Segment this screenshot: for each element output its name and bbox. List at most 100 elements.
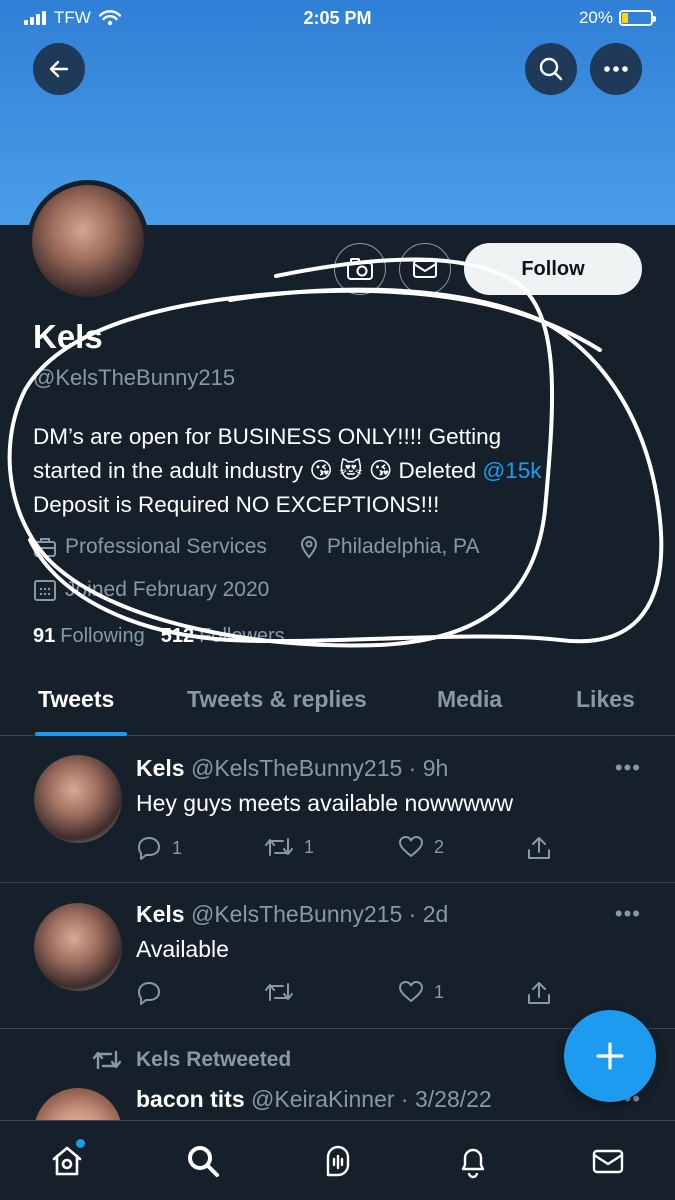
reply-icon [138, 982, 160, 1005]
profile-location: Philadelphia, PA [326, 535, 480, 558]
profile-meta-row: Professional Services Philadelphia, PA [33, 535, 479, 559]
following-link[interactable]: 91 Following [33, 625, 145, 648]
bio-line-2: started in the adult industry 😘 😻 😘 Dele… [33, 454, 653, 488]
subscribe-button[interactable] [334, 243, 386, 295]
tweet-meta: @KelsTheBunny215 · 2d [190, 901, 449, 927]
nav-search[interactable] [183, 1141, 223, 1181]
retweet-button[interactable]: 1 [264, 835, 314, 859]
battery-level [622, 13, 628, 23]
follow-counts: 91 Following 512 Followers [33, 625, 285, 648]
signal-icon [24, 11, 46, 25]
heart-icon [399, 981, 423, 1002]
nav-home[interactable] [47, 1139, 87, 1181]
retweet-avatar[interactable] [34, 1088, 122, 1120]
profile-joined: Joined February 2020 [65, 578, 270, 601]
envelope-icon [592, 1149, 624, 1174]
following-count: 91 [33, 625, 56, 647]
tweet-more-button[interactable]: ••• [615, 901, 641, 927]
retweeted-by-text: Kels Retweeted [136, 1048, 292, 1071]
bottom-nav [0, 1120, 675, 1200]
carrier-label: TFW [54, 8, 91, 27]
envelope-icon [413, 260, 437, 278]
bio-line-1: DM’s are open for BUSINESS ONLY!!!! Gett… [33, 424, 502, 449]
back-button[interactable] [33, 43, 85, 95]
bell-icon [461, 1148, 485, 1179]
bio-mention-link[interactable]: @15k [482, 458, 541, 483]
like-button[interactable]: 1 [398, 980, 444, 1004]
share-button[interactable] [526, 835, 552, 861]
plus-icon [596, 1042, 624, 1070]
tab-likes[interactable]: Likes [576, 686, 635, 713]
briefcase-icon [34, 538, 56, 557]
home-icon [52, 1146, 82, 1176]
tweet-more-button[interactable]: ••• [615, 755, 641, 781]
like-count: 2 [434, 836, 445, 857]
profile-name: Kels [33, 318, 103, 355]
followers-count: 512 [160, 625, 195, 647]
follow-button[interactable]: Follow [464, 243, 642, 295]
retweet-icon [265, 983, 293, 1001]
reply-button[interactable] [136, 980, 172, 1006]
reply-icon [138, 837, 160, 860]
status-bar: TFW 2:05 PM 20% [0, 0, 675, 36]
tab-tweets-replies[interactable]: Tweets & replies [187, 686, 367, 713]
active-tab-indicator [35, 732, 127, 736]
like-count: 1 [434, 981, 445, 1002]
notification-dot [76, 1139, 85, 1148]
retweet-header: bacon tits @KeiraKinner · 3/28/22 [136, 1086, 492, 1113]
retweet-count: 1 [304, 836, 315, 857]
nav-spaces[interactable] [318, 1141, 358, 1181]
search-icon [188, 1146, 219, 1177]
calendar-icon [34, 580, 56, 601]
camera-icon [347, 258, 373, 280]
battery-percent: 20% [578, 8, 613, 27]
nav-notifications[interactable] [453, 1141, 493, 1181]
share-button[interactable] [526, 980, 552, 1006]
status-right: 20% [578, 8, 656, 28]
nav-messages[interactable] [588, 1141, 628, 1181]
retweet-author-name: bacon tits [136, 1086, 245, 1112]
reply-button[interactable]: 1 [136, 835, 182, 861]
more-options-button[interactable] [590, 43, 642, 95]
share-icon [528, 982, 550, 1004]
arrow-left-icon [49, 60, 69, 78]
wifi-icon [98, 10, 121, 26]
retweeted-label: Kels Retweeted [92, 1048, 291, 1072]
share-icon [528, 837, 550, 859]
tweet-avatar[interactable] [34, 903, 122, 991]
battery-icon [619, 10, 656, 26]
search-button[interactable] [525, 43, 577, 95]
followers-link[interactable]: 512 Followers [161, 625, 285, 648]
profile-joined-row: Joined February 2020 [33, 578, 269, 602]
tweet-text: Hey guys meets available nowwwww [136, 790, 514, 816]
retweet-icon [265, 838, 293, 856]
following-label: Following [60, 625, 145, 647]
tweet-author-name: Kels [136, 755, 185, 781]
retweet-icon [92, 1050, 122, 1070]
profile-bio: DM’s are open for BUSINESS ONLY!!!! Gett… [33, 420, 653, 522]
compose-tweet-button[interactable] [564, 1010, 656, 1102]
tweet-avatar[interactable] [34, 755, 122, 843]
tweet-item[interactable]: Kels @KelsTheBunny215 · 2d ••• Available… [0, 883, 675, 1029]
retweet-meta: @KeiraKinner · 3/28/22 [251, 1086, 492, 1112]
tab-tweets[interactable]: Tweets [38, 686, 114, 713]
tweet-author-name: Kels [136, 901, 185, 927]
retweet-button[interactable] [264, 980, 304, 1004]
message-button[interactable] [399, 243, 451, 295]
location-icon [300, 536, 317, 559]
heart-icon [399, 836, 423, 857]
like-button[interactable]: 2 [398, 835, 444, 859]
avatar-image [32, 185, 144, 297]
retweet-avatar-clip [34, 1088, 122, 1120]
profile-avatar[interactable] [27, 180, 149, 302]
search-icon [539, 57, 563, 81]
spaces-icon [326, 1145, 350, 1177]
tweet-header: Kels @KelsTheBunny215 · 2d [136, 901, 448, 928]
tweet-meta: @KelsTheBunny215 · 9h [190, 755, 449, 781]
tab-media[interactable]: Media [437, 686, 502, 713]
bio-line-3: Deposit is Required NO EXCEPTIONS!!! [33, 492, 440, 517]
more-icon [604, 66, 628, 72]
tweet-item[interactable]: Kels @KelsTheBunny215 · 9h ••• Hey guys … [0, 737, 675, 883]
tweet-header: Kels @KelsTheBunny215 · 9h [136, 755, 448, 782]
followers-label: Followers [199, 625, 285, 647]
